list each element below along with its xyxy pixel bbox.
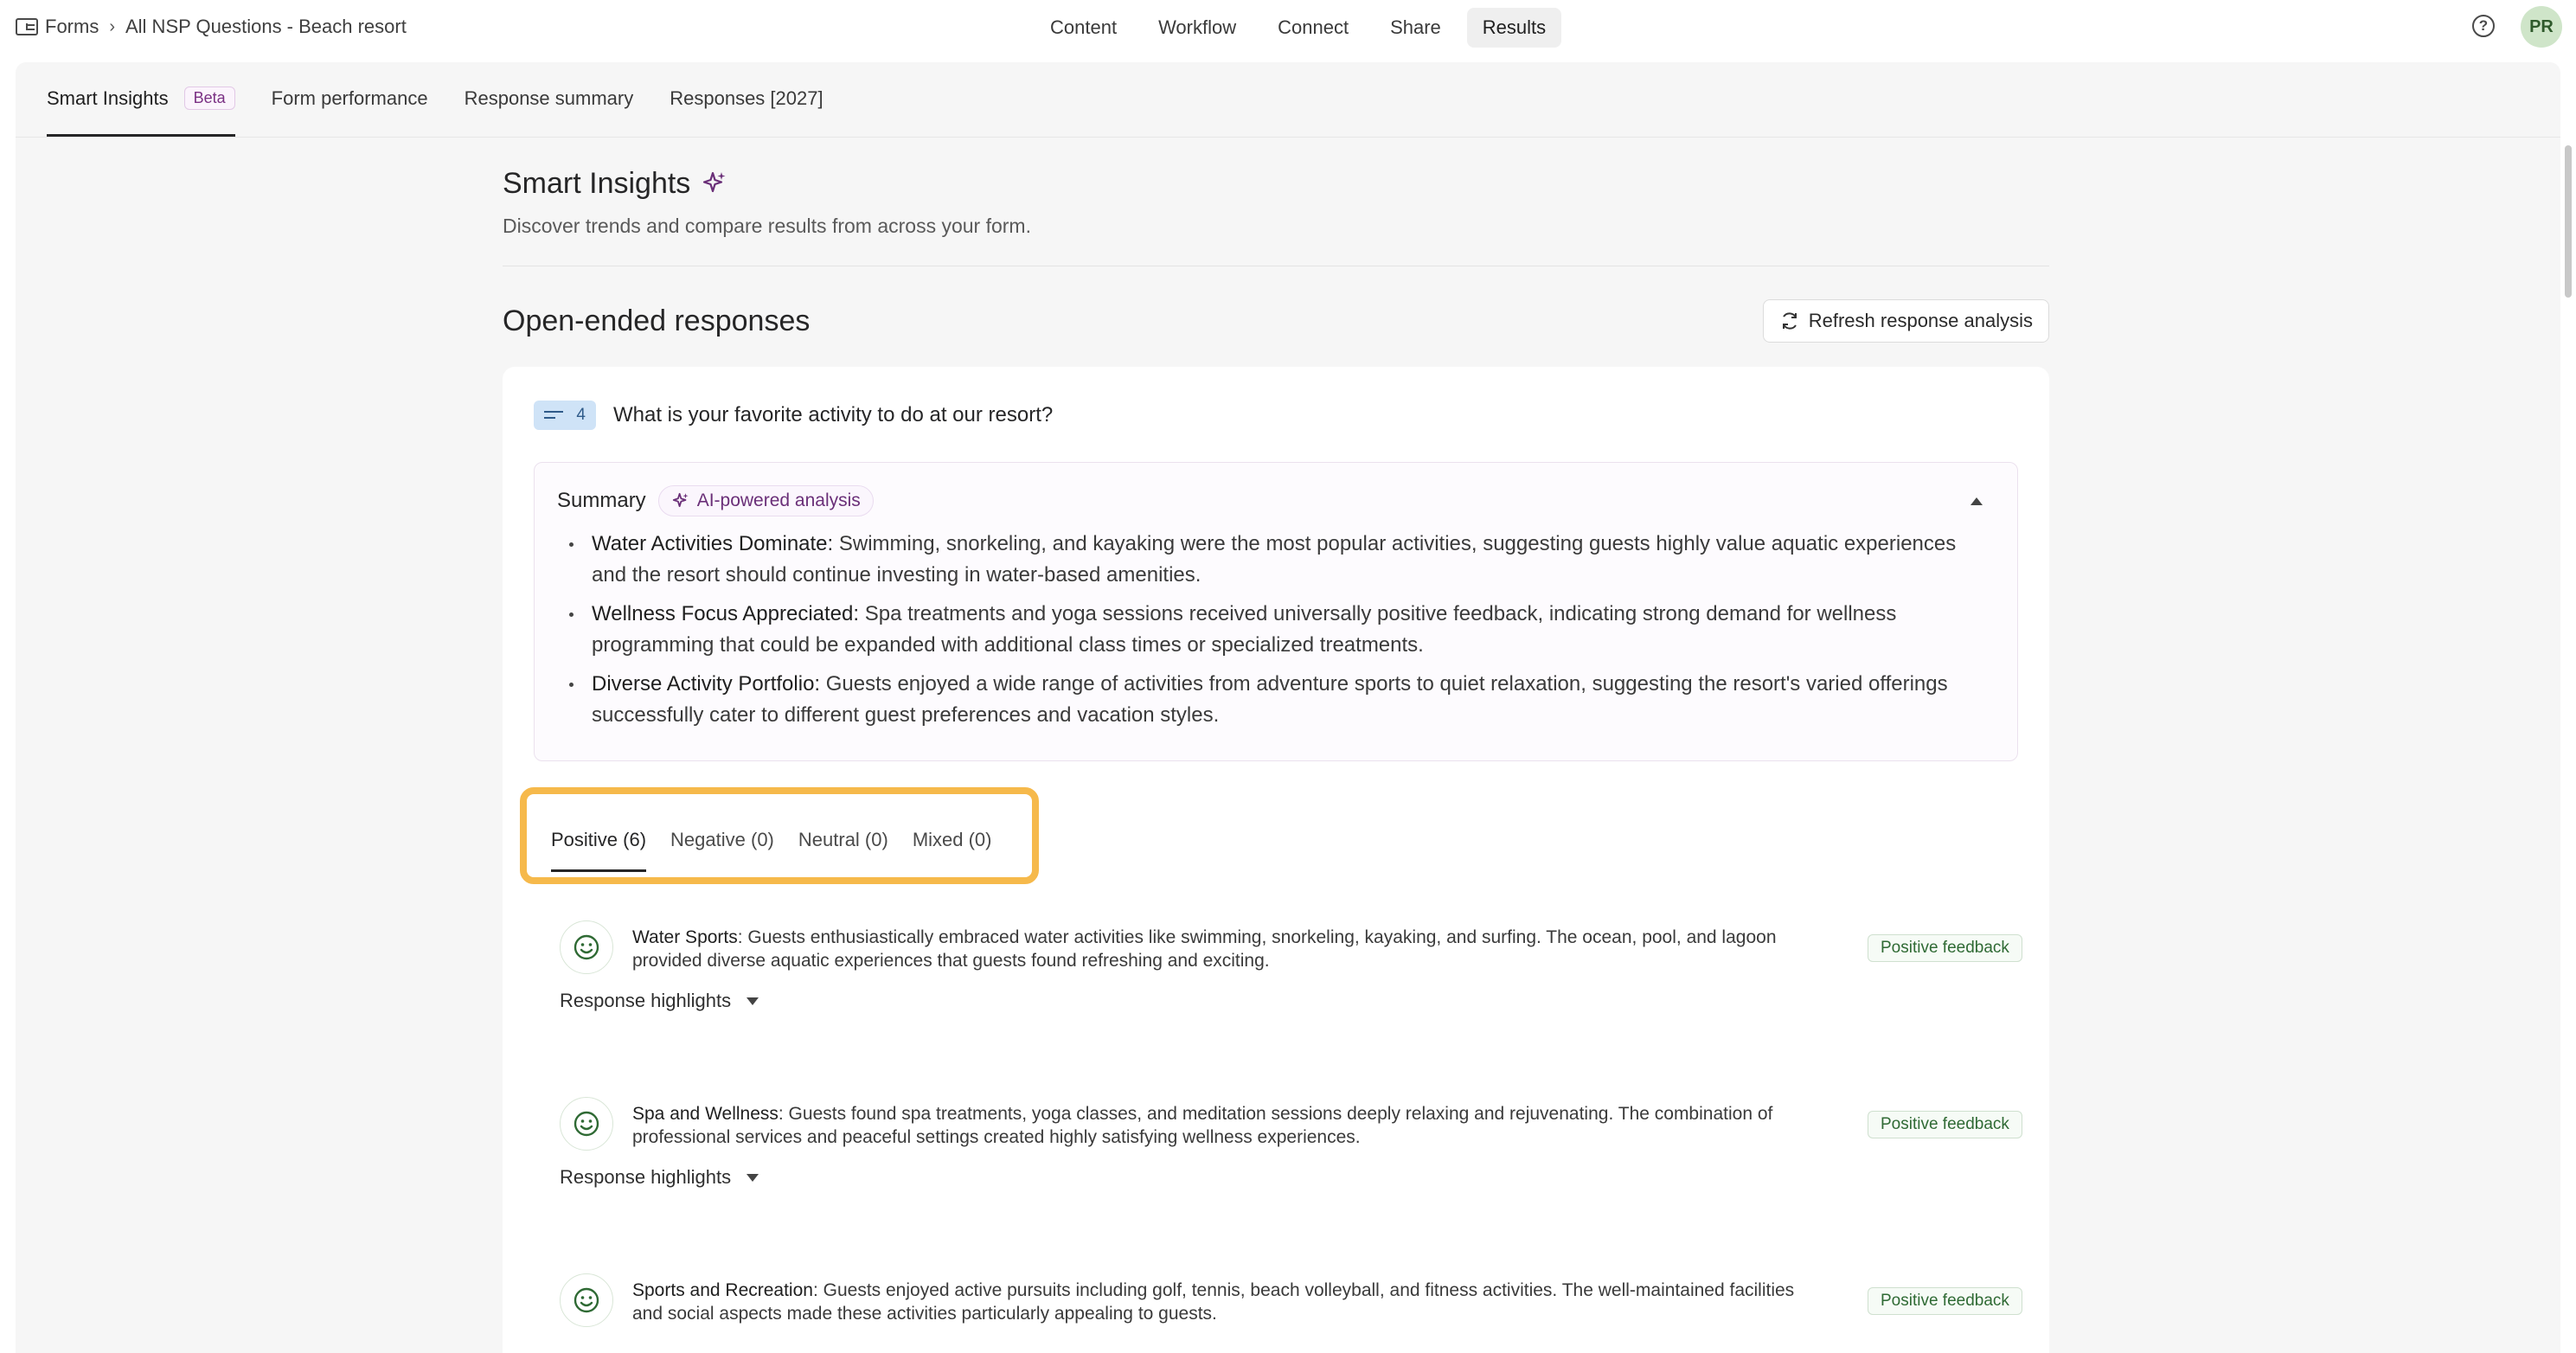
results-subtabs: Smart Insights Beta Form performance Res…: [47, 62, 823, 137]
section-header: Open-ended responses Refresh response an…: [503, 299, 2049, 343]
insight-text: Water Sports: Guests enthusiastically em…: [632, 926, 1817, 972]
chevron-right-icon: ›: [109, 16, 115, 36]
insight-text: Spa and Wellness: Guests found spa treat…: [632, 1102, 1817, 1149]
summary-bullet-head: Water Activities Dominate:: [592, 532, 834, 555]
nav-content[interactable]: Content: [1035, 8, 1132, 48]
tab-neutral[interactable]: Neutral (0): [798, 829, 888, 872]
page-title: Smart Insights: [503, 164, 2049, 202]
tab-smart-insights[interactable]: Smart Insights Beta: [47, 62, 235, 137]
nav-share[interactable]: Share: [1375, 8, 1457, 48]
refresh-analysis-label: Refresh response analysis: [1808, 310, 2033, 331]
sparkle-icon: [703, 171, 726, 193]
avatar[interactable]: PR: [2521, 6, 2562, 48]
caret-down-icon: [747, 997, 759, 1005]
question-card: 4 What is your favorite activity to do a…: [503, 367, 2049, 1353]
long-text-icon: [544, 410, 563, 420]
summary-panel: Summary AI-powered analysis Water Activi…: [534, 462, 2018, 761]
insight-title: Water Sports: [632, 927, 738, 947]
tab-smart-insights-label: Smart Insights: [47, 87, 169, 109]
question-number-badge: 4: [534, 401, 596, 430]
nav-workflow[interactable]: Workflow: [1143, 8, 1252, 48]
ai-analysis-badge: AI-powered analysis: [657, 485, 874, 516]
ai-analysis-label: AI-powered analysis: [696, 491, 861, 510]
smile-icon: [560, 1273, 613, 1327]
sparkle-icon: [672, 492, 689, 508]
question-header: 4 What is your favorite activity to do a…: [534, 400, 2018, 431]
scroll-thumb[interactable]: [2565, 145, 2572, 298]
insight-description: : Guests found spa treatments, yoga clas…: [632, 1104, 1773, 1147]
vertical-scrollbar[interactable]: [2559, 138, 2576, 1353]
response-highlights-toggle[interactable]: Response highlights: [560, 990, 759, 1012]
summary-bullet-head: Diverse Activity Portfolio:: [592, 672, 821, 696]
collapse-summary-icon[interactable]: [1970, 497, 1983, 505]
tab-negative[interactable]: Negative (0): [670, 829, 774, 872]
top-bar: Forms › All NSP Questions - Beach resort…: [0, 0, 2576, 54]
tab-response-summary[interactable]: Response summary: [465, 62, 634, 137]
tab-form-performance[interactable]: Form performance: [272, 62, 428, 137]
question-number: 4: [576, 406, 586, 424]
page-title-text: Smart Insights: [503, 166, 691, 200]
refresh-analysis-button[interactable]: Refresh response analysis: [1762, 299, 2049, 343]
breadcrumb: Forms › All NSP Questions - Beach resort: [16, 12, 407, 42]
smile-icon: [560, 920, 613, 974]
summary-title: Summary: [557, 489, 646, 512]
main-nav: Content Workflow Connect Share Results: [1035, 7, 1562, 48]
page-subtitle: Discover trends and compare results from…: [503, 215, 1031, 237]
insight-description: : Guests enthusiastically embraced water…: [632, 927, 1777, 971]
subtab-divider: [16, 137, 2560, 138]
response-highlights-toggle[interactable]: Response highlights: [560, 1166, 759, 1189]
beta-badge: Beta: [183, 87, 235, 110]
insight-text: Sports and Recreation: Guests enjoyed ac…: [632, 1279, 1817, 1325]
tab-responses[interactable]: Responses [2027]: [670, 62, 823, 137]
breadcrumb-current: All NSP Questions - Beach resort: [125, 16, 407, 37]
insight-title: Sports and Recreation: [632, 1280, 813, 1300]
help-icon[interactable]: ?: [2472, 15, 2495, 37]
section-title: Open-ended responses: [503, 304, 811, 337]
tab-mixed[interactable]: Mixed (0): [913, 829, 992, 872]
tab-positive[interactable]: Positive (6): [551, 829, 647, 872]
summary-bullets: Water Activities Dominate: Swimming, sno…: [557, 529, 1995, 731]
summary-bullet: Diverse Activity Portfolio: Guests enjoy…: [557, 669, 1995, 731]
summary-header: Summary AI-powered analysis: [557, 484, 1995, 518]
refresh-icon: [1782, 312, 1797, 330]
positive-feedback-badge: Positive feedback: [1868, 934, 2022, 962]
nav-connect[interactable]: Connect: [1262, 8, 1364, 48]
positive-feedback-badge: Positive feedback: [1868, 1111, 2022, 1138]
smart-insights-content: Smart Insights Discover trends and compa…: [503, 164, 2049, 1353]
insight-title: Spa and Wellness: [632, 1104, 779, 1124]
summary-bullet: Water Activities Dominate: Swimming, sno…: [557, 529, 1995, 591]
summary-bullet: Wellness Focus Appreciated: Spa treatmen…: [557, 599, 1995, 661]
question-text: What is your favorite activity to do at …: [613, 403, 1054, 426]
smile-icon: [560, 1097, 613, 1151]
caret-down-icon: [747, 1173, 759, 1182]
response-highlights-label: Response highlights: [560, 1166, 732, 1188]
nav-results[interactable]: Results: [1466, 8, 1562, 48]
summary-bullet-head: Wellness Focus Appreciated:: [592, 602, 860, 625]
positive-feedback-badge: Positive feedback: [1868, 1287, 2022, 1315]
forms-icon: [16, 18, 38, 35]
sentiment-tabs: Positive (6) Negative (0) Neutral (0) Mi…: [551, 829, 992, 872]
response-highlights-label: Response highlights: [560, 990, 732, 1011]
breadcrumb-forms-link[interactable]: Forms: [45, 16, 99, 38]
